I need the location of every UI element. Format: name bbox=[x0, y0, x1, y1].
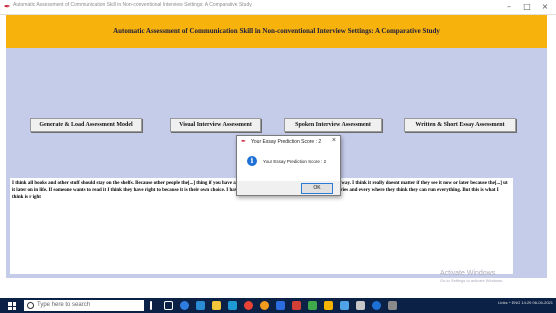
minimize-button[interactable]: – bbox=[500, 1, 518, 13]
close-button[interactable]: × bbox=[536, 1, 554, 13]
store-icon[interactable] bbox=[228, 301, 237, 310]
chrome-icon[interactable] bbox=[244, 301, 253, 310]
app-icon-green[interactable] bbox=[308, 301, 317, 310]
ok-button[interactable]: OK bbox=[301, 183, 333, 194]
visual-interview-button[interactable]: Visual Interview Assessment bbox=[170, 118, 261, 132]
file-explorer-icon[interactable] bbox=[212, 301, 221, 310]
windows-start-icon[interactable] bbox=[8, 302, 16, 310]
spoken-interview-button[interactable]: Spoken Interview Assessment bbox=[284, 118, 382, 132]
firefox-icon[interactable] bbox=[260, 301, 269, 310]
info-icon: i bbox=[247, 156, 257, 166]
search-placeholder: Type here to search bbox=[37, 302, 91, 308]
written-essay-button[interactable]: Written & Short Essay Assessment bbox=[404, 118, 516, 132]
watermark-subtitle: Go to Settings to activate Windows. bbox=[440, 278, 504, 283]
dialog-message: Your Essay Prediction Score : 2 bbox=[263, 159, 327, 164]
app-icon-lightblue[interactable] bbox=[340, 301, 349, 310]
dialog-title: Your Essay Prediction Score : 2 bbox=[251, 139, 322, 145]
score-dialog: ✒ Your Essay Prediction Score : 2 × i Yo… bbox=[236, 135, 341, 196]
edge-icon[interactable] bbox=[180, 301, 189, 310]
taskbar: Type here to search Links ^ ENG 14:29 06… bbox=[0, 298, 556, 313]
header-banner: Automatic Assessment of Communication Sk… bbox=[6, 15, 547, 48]
dialog-feather-icon: ✒ bbox=[241, 139, 247, 145]
app-icon-grey[interactable] bbox=[356, 301, 365, 310]
app-feather-icon: ✒ bbox=[4, 2, 11, 11]
taskbar-search-input[interactable]: Type here to search bbox=[24, 300, 144, 311]
window-titlebar: ✒ Automatic Assessment of Communication … bbox=[0, 0, 556, 15]
generate-model-button[interactable]: Generate & Load Assessment Model bbox=[30, 118, 142, 132]
app-icon-red[interactable] bbox=[292, 301, 301, 310]
task-view-icon[interactable] bbox=[164, 301, 173, 310]
app-icon-misc[interactable] bbox=[388, 301, 397, 310]
dialog-close-button[interactable]: × bbox=[332, 137, 336, 144]
watermark-title: Activate Windows bbox=[440, 270, 496, 277]
app-icon-python[interactable] bbox=[372, 301, 381, 310]
mic-icon[interactable] bbox=[150, 301, 152, 310]
app-icon-yellow[interactable] bbox=[324, 301, 333, 310]
app-icon-blue[interactable] bbox=[276, 301, 285, 310]
system-tray[interactable]: Links ^ ENG 14:29 06-04-2021 bbox=[498, 300, 553, 311]
tray-text: Links ^ ENG 14:29 bbox=[498, 300, 532, 305]
maximize-button[interactable]: □ bbox=[518, 1, 536, 13]
ie-icon[interactable] bbox=[196, 301, 205, 310]
page-heading: Automatic Assessment of Communication Sk… bbox=[113, 27, 440, 35]
window-title: Automatic Assessment of Communication Sk… bbox=[13, 2, 252, 8]
search-icon bbox=[27, 302, 34, 309]
tray-date: 06-04-2021 bbox=[532, 300, 553, 305]
activate-windows-watermark: Activate Windows Go to Settings to activ… bbox=[440, 270, 503, 283]
